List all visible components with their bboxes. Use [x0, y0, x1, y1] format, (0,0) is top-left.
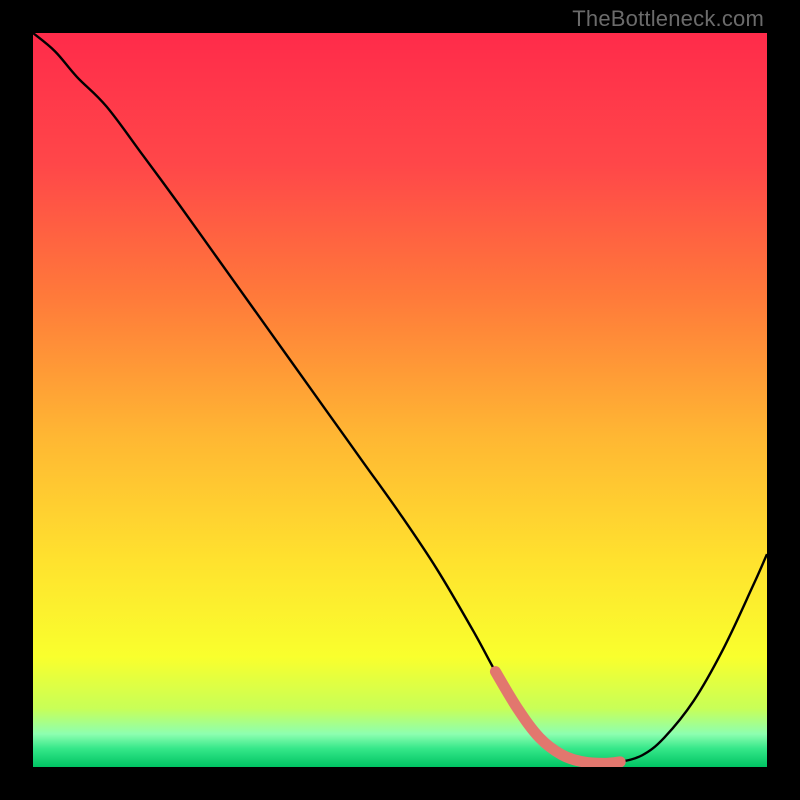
curve-layer: [33, 33, 767, 767]
optimal-range-highlight: [495, 672, 620, 764]
chart-frame: TheBottleneck.com: [0, 0, 800, 800]
plot-area: [33, 33, 767, 767]
watermark-text: TheBottleneck.com: [572, 6, 764, 32]
bottleneck-curve: [33, 33, 767, 763]
